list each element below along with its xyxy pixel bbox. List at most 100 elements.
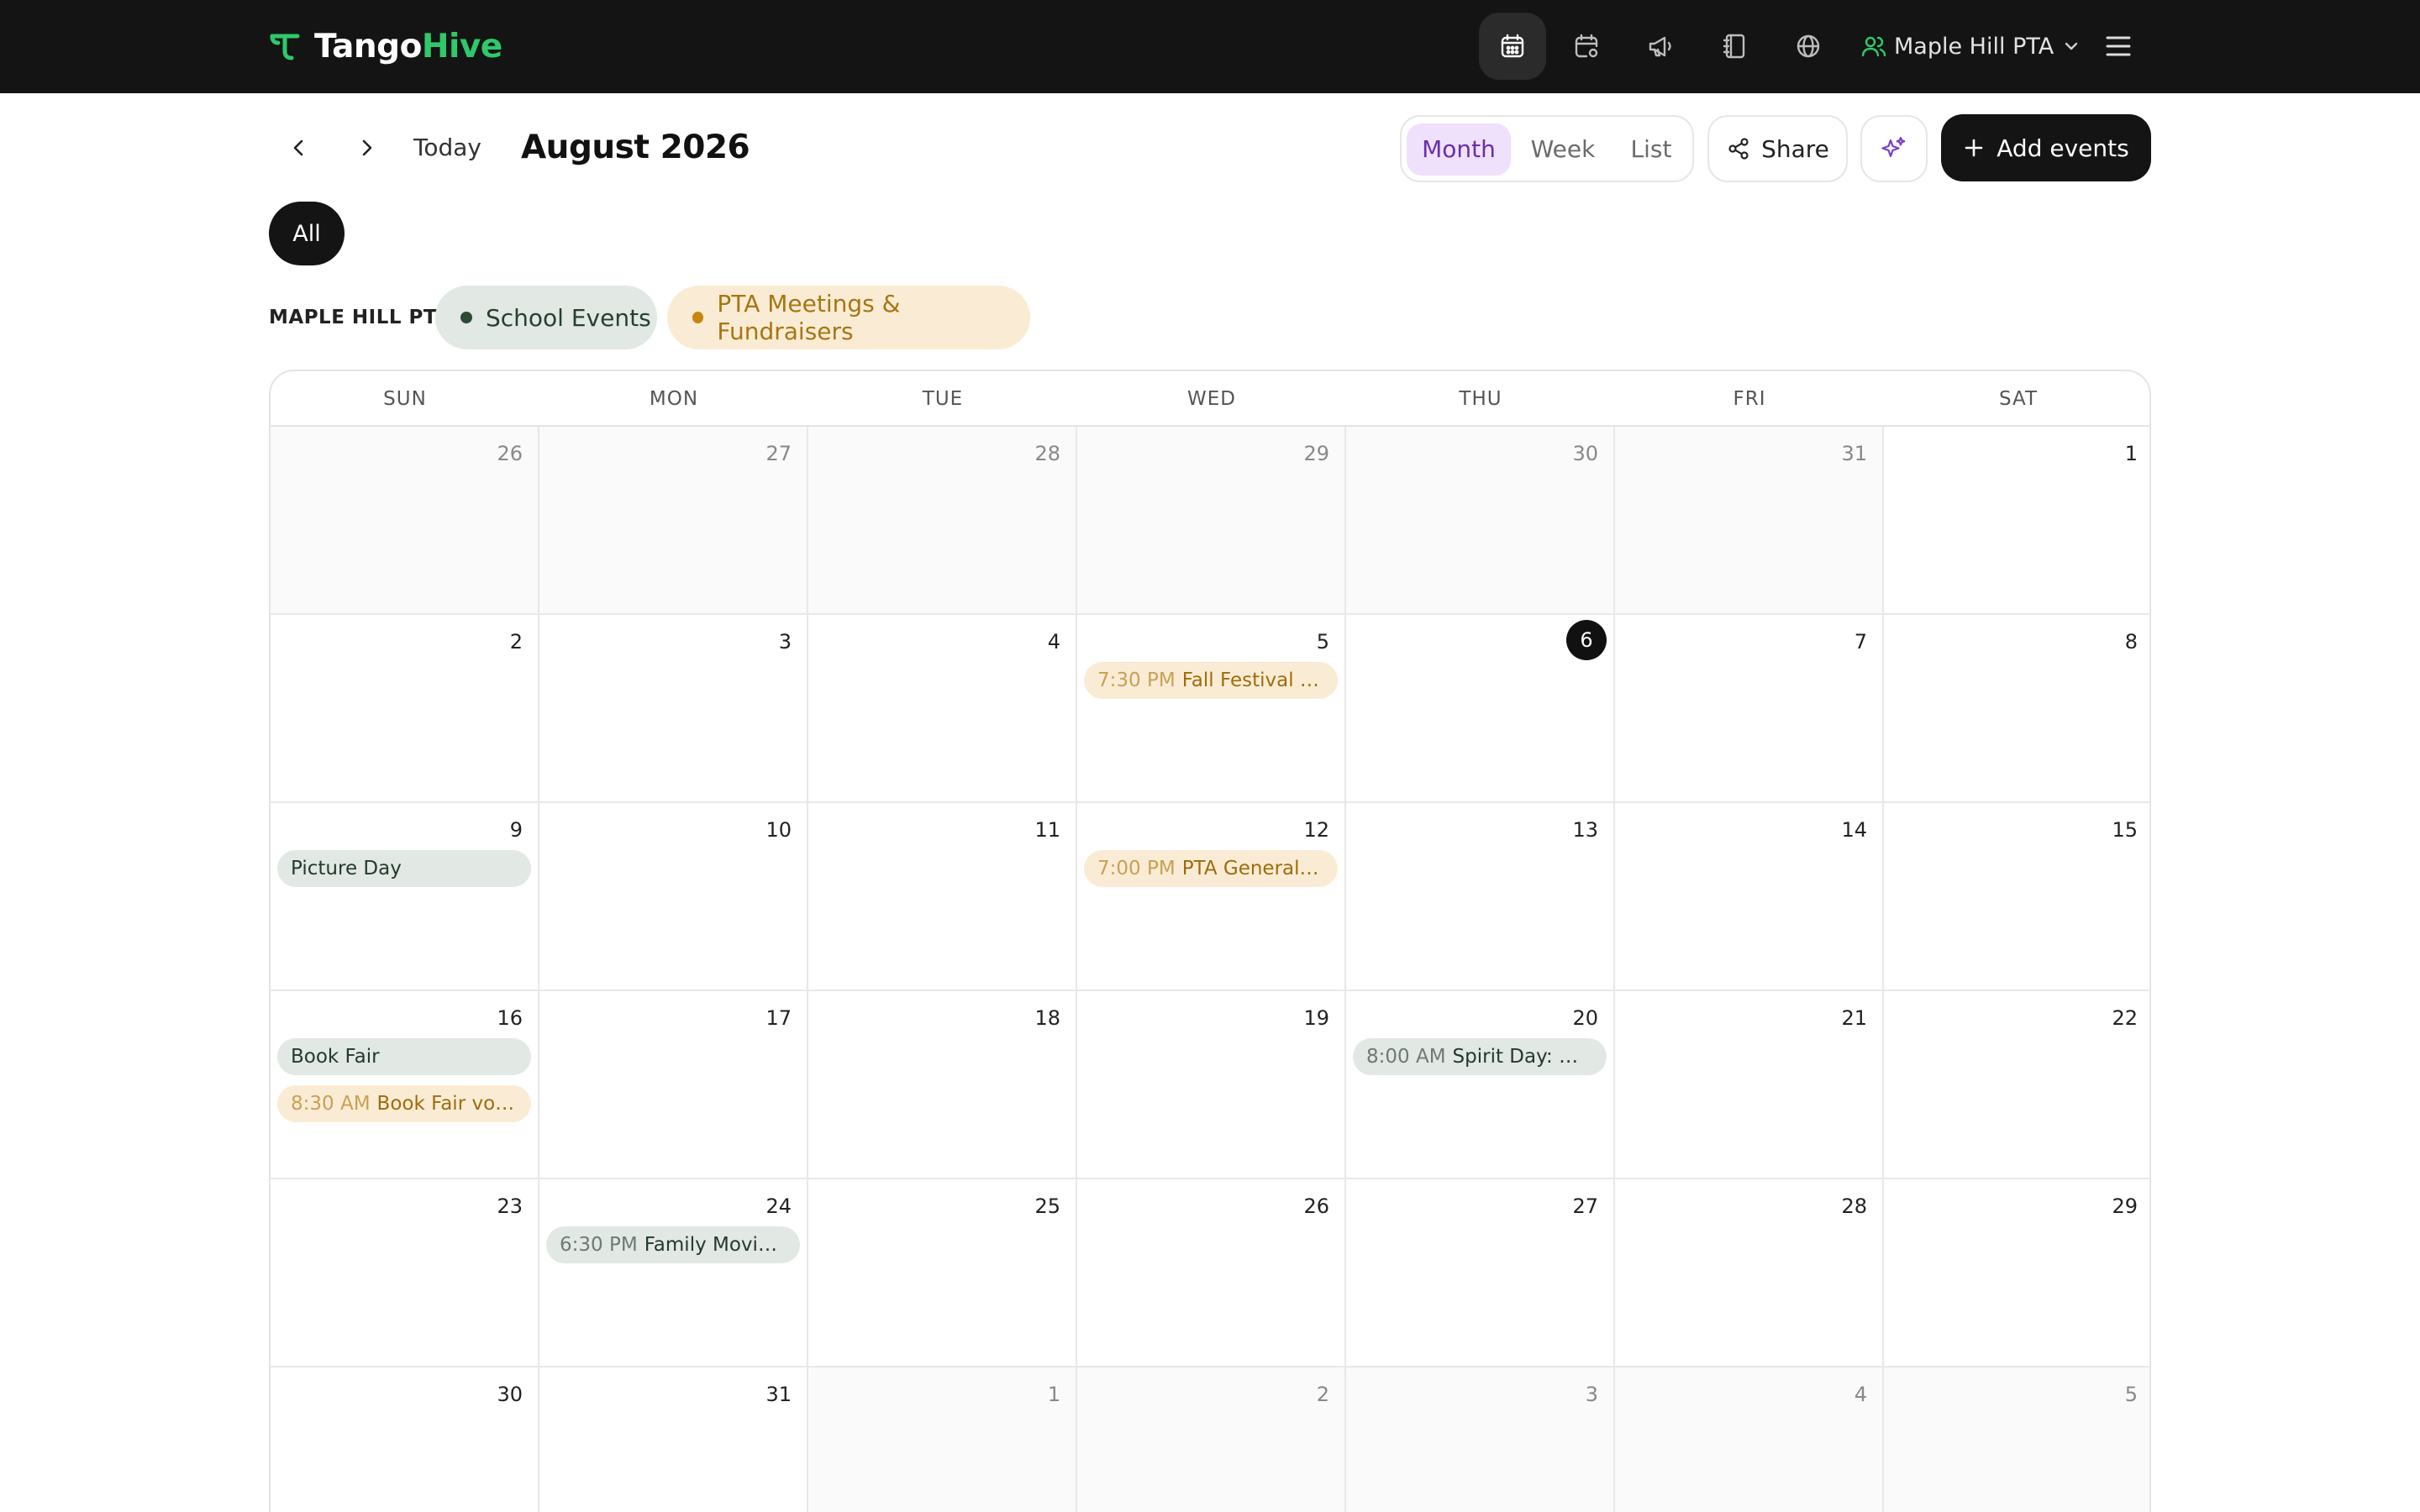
day-cell[interactable]: 11 bbox=[808, 803, 1077, 991]
day-cell[interactable]: 5 bbox=[1884, 1368, 2149, 1512]
date-number: 14 bbox=[1841, 818, 1867, 842]
day-cell[interactable]: 26 bbox=[271, 427, 539, 615]
share-icon bbox=[1728, 138, 1749, 160]
brand-logo[interactable]: TangoHive bbox=[267, 25, 502, 67]
hamburger-menu-icon[interactable] bbox=[2097, 25, 2139, 67]
today-button[interactable]: Today bbox=[413, 126, 481, 170]
date-number: 25 bbox=[1034, 1194, 1060, 1218]
day-cell[interactable]: 29 bbox=[1077, 427, 1346, 615]
date-number: 30 bbox=[1572, 442, 1598, 465]
nav-globe-icon[interactable] bbox=[1775, 13, 1842, 80]
month-calendar-grid: SUN MON TUE WED THU FRI SAT 26 27 28 29 30 31 1 2 3 4 5 7… bbox=[269, 370, 2151, 1512]
event-time: 8:30 AM bbox=[291, 1093, 371, 1115]
share-button[interactable]: Share bbox=[1707, 115, 1848, 182]
day-cell[interactable]: 2 bbox=[1077, 1368, 1346, 1512]
day-cell[interactable]: 8 bbox=[1884, 615, 2149, 803]
event-time: 7:30 PM bbox=[1097, 669, 1176, 691]
day-cell[interactable]: 27 bbox=[539, 427, 808, 615]
calendar-event[interactable]: 6:30 PM Family Movie Night bbox=[546, 1226, 800, 1263]
nav-calendar-settings-icon[interactable] bbox=[1553, 13, 1620, 80]
day-cell[interactable]: 9 Picture Day bbox=[271, 803, 539, 991]
nav-calendar-icon[interactable] bbox=[1479, 13, 1546, 80]
day-cell[interactable]: 15 bbox=[1884, 803, 2149, 991]
view-month-tab[interactable]: Month bbox=[1407, 123, 1511, 176]
day-cell[interactable]: 30 bbox=[271, 1368, 539, 1512]
today-date-number: 6 bbox=[1566, 620, 1607, 660]
day-cell[interactable]: 21 bbox=[1615, 991, 1884, 1179]
day-cell[interactable]: 25 bbox=[808, 1179, 1077, 1368]
day-cell[interactable]: 3 bbox=[1346, 1368, 1615, 1512]
month-title: August 2026 bbox=[521, 129, 750, 166]
view-week-tab[interactable]: Week bbox=[1516, 123, 1610, 176]
date-number: 26 bbox=[1303, 1194, 1329, 1218]
day-cell[interactable]: 13 bbox=[1346, 803, 1615, 991]
day-cell[interactable]: 1 bbox=[808, 1368, 1077, 1512]
day-cell[interactable]: 20 8:00 AM Spirit Day: wear school colors bbox=[1346, 991, 1615, 1179]
day-cell[interactable]: 18 bbox=[808, 991, 1077, 1179]
day-cell[interactable]: 14 bbox=[1615, 803, 1884, 991]
calendar-event[interactable]: Picture Day bbox=[277, 850, 531, 887]
date-number: 2 bbox=[509, 630, 523, 654]
day-cell[interactable]: 26 bbox=[1077, 1179, 1346, 1368]
tangohive-logo-icon bbox=[270, 34, 300, 60]
weekday-header-4: THU bbox=[1459, 388, 1502, 410]
date-number: 21 bbox=[1841, 1006, 1867, 1030]
add-events-button[interactable]: Add events bbox=[1941, 114, 2151, 181]
organization-switcher[interactable]: Maple Hill PTA bbox=[1860, 25, 2081, 67]
day-cell[interactable]: 16 Book Fair 8:30 AMBook Fair volunteers bbox=[271, 991, 539, 1179]
day-cell[interactable]: 5 7:30 PMFall Festival planning bbox=[1077, 615, 1346, 803]
calendar-event[interactable]: 8:30 AMBook Fair volunteers bbox=[277, 1085, 531, 1122]
event-title: Fall Festival planning bbox=[1181, 669, 1338, 691]
calendar-event[interactable]: 8:00 AM Spirit Day: wear school colors bbox=[1353, 1038, 1607, 1075]
day-cell[interactable]: 2 bbox=[271, 615, 539, 803]
brand-name: TangoHive bbox=[314, 27, 502, 66]
day-cell[interactable]: 6 bbox=[1346, 615, 1615, 803]
ai-assistant-button[interactable] bbox=[1860, 115, 1928, 182]
day-cell[interactable]: 10 bbox=[539, 803, 808, 991]
day-cell[interactable]: 31 bbox=[539, 1368, 808, 1512]
view-switcher: Month Week List bbox=[1400, 115, 1694, 182]
date-number: 12 bbox=[1303, 818, 1329, 842]
day-cell[interactable]: 27 bbox=[1346, 1179, 1615, 1368]
day-cell[interactable]: 4 bbox=[1615, 1368, 1884, 1512]
event-title: Book Fair volunteers bbox=[376, 1093, 531, 1115]
next-month-button[interactable] bbox=[345, 126, 388, 170]
day-cell[interactable]: 12 7:00 PMPTA General Meeting bbox=[1077, 803, 1346, 991]
calendar-event[interactable]: 7:30 PMFall Festival planning bbox=[1084, 662, 1338, 699]
people-icon bbox=[1861, 36, 1886, 57]
day-cell[interactable]: 19 bbox=[1077, 991, 1346, 1179]
day-cell[interactable]: 28 bbox=[808, 427, 1077, 615]
day-cell[interactable]: 24 6:30 PM Family Movie Night bbox=[539, 1179, 808, 1368]
weekday-header-6: SAT bbox=[1998, 388, 2039, 410]
day-cell[interactable]: 4 bbox=[808, 615, 1077, 803]
filter-school-events[interactable]: School Events bbox=[435, 286, 657, 349]
filter-pta-label: PTA Meetings & Fundraisers bbox=[717, 290, 901, 345]
day-cell[interactable]: 31 bbox=[1615, 427, 1884, 615]
day-cell[interactable]: 3 bbox=[539, 615, 808, 803]
weekday-header-2: TUE bbox=[922, 388, 964, 410]
date-number: 2 bbox=[1316, 1383, 1329, 1406]
event-title: Book Fair bbox=[291, 1046, 380, 1068]
day-cell[interactable]: 22 bbox=[1884, 991, 2149, 1179]
day-cell[interactable]: 7 bbox=[1615, 615, 1884, 803]
date-number: 26 bbox=[497, 442, 523, 465]
calendar-event[interactable]: 7:00 PMPTA General Meeting bbox=[1084, 850, 1338, 887]
date-number: 27 bbox=[765, 442, 792, 465]
previous-month-button[interactable] bbox=[277, 126, 321, 170]
day-cell[interactable]: 28 bbox=[1615, 1179, 1884, 1368]
date-number: 28 bbox=[1034, 442, 1060, 465]
date-number: 16 bbox=[497, 1006, 523, 1030]
day-cell[interactable]: 1 bbox=[1884, 427, 2149, 615]
view-list-tab[interactable]: List bbox=[1613, 123, 1689, 176]
date-number: 22 bbox=[2112, 1006, 2138, 1030]
day-cell[interactable]: 30 bbox=[1346, 427, 1615, 615]
event-title: Spirit Day: wear school colors bbox=[1452, 1046, 1607, 1068]
day-cell[interactable]: 29 bbox=[1884, 1179, 2149, 1368]
day-cell[interactable]: 17 bbox=[539, 991, 808, 1179]
nav-megaphone-icon[interactable] bbox=[1627, 13, 1694, 80]
day-cell[interactable]: 23 bbox=[271, 1179, 539, 1368]
filter-all-button[interactable]: All bbox=[269, 202, 345, 265]
filter-pta-meetings-fundraisers[interactable]: PTA Meetings & Fundraisers bbox=[667, 286, 1030, 349]
nav-notebook-icon[interactable] bbox=[1701, 13, 1768, 80]
calendar-event[interactable]: Book Fair bbox=[277, 1038, 531, 1075]
